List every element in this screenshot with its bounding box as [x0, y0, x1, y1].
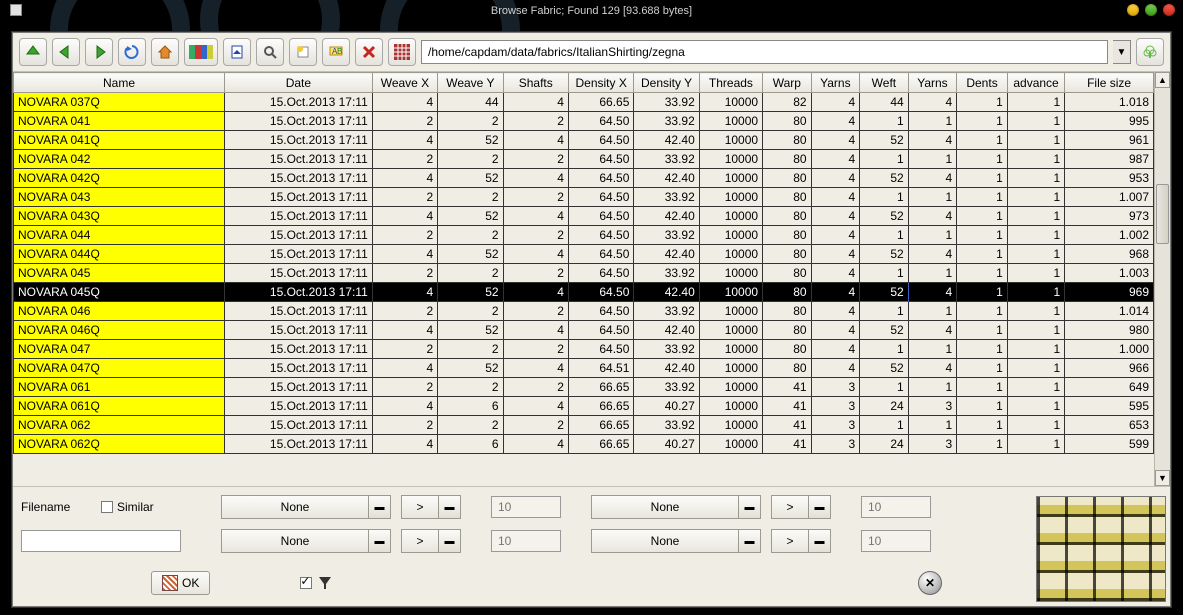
rename-button[interactable]: AB [322, 38, 350, 66]
filter-field-4[interactable]: None▬ [591, 529, 761, 553]
scroll-up[interactable]: ▲ [1155, 72, 1170, 88]
column-header[interactable]: Date [225, 73, 373, 93]
app-icon [10, 4, 22, 16]
filename-input[interactable] [21, 530, 181, 552]
table-row[interactable]: NOVARA 061Q15.Oct.2013 17:1146466.6540.2… [14, 397, 1154, 416]
svg-text:B: B [337, 47, 342, 56]
filter-val-2[interactable] [861, 496, 931, 518]
pattern-icon [162, 575, 178, 591]
table-row[interactable]: NOVARA 046Q15.Oct.2013 17:11452464.5042.… [14, 321, 1154, 340]
column-header[interactable]: advance [1007, 73, 1064, 93]
close-button[interactable]: ✕ [918, 571, 942, 595]
filter-field-3[interactable]: None▬ [221, 529, 391, 553]
filter-val-3[interactable] [491, 530, 561, 552]
new-button[interactable] [289, 38, 317, 66]
table-header[interactable]: NameDateWeave XWeave YShaftsDensity XDen… [14, 73, 1154, 93]
nav-back-button[interactable] [52, 38, 80, 66]
palette-button[interactable] [184, 38, 218, 66]
filter-toggle[interactable] [300, 576, 332, 590]
filter-val-1[interactable] [491, 496, 561, 518]
column-header[interactable]: Weave X [372, 73, 437, 93]
fabric-swatch [1036, 496, 1166, 602]
table-row[interactable]: NOVARA 045Q15.Oct.2013 17:11452464.5042.… [14, 283, 1154, 302]
delete-button[interactable] [355, 38, 383, 66]
table-row[interactable]: NOVARA 06115.Oct.2013 17:1122266.6533.92… [14, 378, 1154, 397]
table-row[interactable]: NOVARA 04515.Oct.2013 17:1122264.5033.92… [14, 264, 1154, 283]
pattern-button[interactable] [388, 38, 416, 66]
zoom-button[interactable] [256, 38, 284, 66]
window-title: Browse Fabric; Found 129 [93.688 bytes] [491, 5, 692, 17]
home-button[interactable] [151, 38, 179, 66]
table-row[interactable]: NOVARA 04215.Oct.2013 17:1122264.5033.92… [14, 150, 1154, 169]
column-header[interactable]: Density X [568, 73, 633, 93]
tree-button[interactable] [1136, 38, 1164, 66]
column-header[interactable]: Weave Y [438, 73, 503, 93]
scroll-down[interactable]: ▼ [1155, 470, 1170, 486]
table-area: NameDateWeave XWeave YShaftsDensity XDen… [13, 72, 1170, 486]
similar-checkbox[interactable]: Similar [101, 500, 211, 514]
table-row[interactable]: NOVARA 043Q15.Oct.2013 17:11452464.5042.… [14, 207, 1154, 226]
column-header[interactable]: Weft [860, 73, 909, 93]
filter-op-2[interactable]: >▬ [771, 495, 831, 519]
window-close-button[interactable] [1163, 4, 1175, 16]
filter-op-3[interactable]: >▬ [401, 529, 461, 553]
column-header[interactable]: Threads [699, 73, 762, 93]
table-row[interactable]: NOVARA 062Q15.Oct.2013 17:1146466.6540.2… [14, 435, 1154, 454]
maximize-button[interactable] [1145, 4, 1157, 16]
column-header[interactable]: Name [14, 73, 225, 93]
filter-op-4[interactable]: >▬ [771, 529, 831, 553]
table-row[interactable]: NOVARA 037Q15.Oct.2013 17:11444466.6533.… [14, 93, 1154, 112]
fabric-table[interactable]: NameDateWeave XWeave YShaftsDensity XDen… [13, 72, 1154, 454]
table-row[interactable]: NOVARA 042Q15.Oct.2013 17:11452464.5042.… [14, 169, 1154, 188]
reload-button[interactable] [118, 38, 146, 66]
titlebar: Browse Fabric; Found 129 [93.688 bytes] [0, 0, 1183, 22]
table-row[interactable]: NOVARA 044Q15.Oct.2013 17:11452464.5042.… [14, 245, 1154, 264]
minimize-button[interactable] [1127, 4, 1139, 16]
scroll-thumb[interactable] [1156, 184, 1169, 244]
table-row[interactable]: NOVARA 06215.Oct.2013 17:1122266.6533.92… [14, 416, 1154, 435]
table-row[interactable]: NOVARA 04715.Oct.2013 17:1122264.5033.92… [14, 340, 1154, 359]
ok-button[interactable]: OK [151, 571, 210, 595]
filter-op-1[interactable]: >▬ [401, 495, 461, 519]
table-row[interactable]: NOVARA 04615.Oct.2013 17:1122264.5033.92… [14, 302, 1154, 321]
column-header[interactable]: Shafts [503, 73, 568, 93]
column-header[interactable]: Warp [763, 73, 812, 93]
column-header[interactable]: Yarns [811, 73, 860, 93]
filter-field-1[interactable]: None▬ [221, 495, 391, 519]
path-input[interactable] [421, 40, 1108, 64]
nav-up-button[interactable] [19, 38, 47, 66]
path-dropdown[interactable]: ▼ [1113, 40, 1131, 64]
export-button[interactable] [223, 38, 251, 66]
table-row[interactable]: NOVARA 04115.Oct.2013 17:1122264.5033.92… [14, 112, 1154, 131]
nav-forward-button[interactable] [85, 38, 113, 66]
scroll-track[interactable] [1155, 88, 1170, 470]
funnel-icon [318, 576, 332, 590]
table-row[interactable]: NOVARA 047Q15.Oct.2013 17:11452464.5142.… [14, 359, 1154, 378]
toolbar: AB ▼ [13, 33, 1170, 72]
column-header[interactable]: File size [1065, 73, 1154, 93]
scrollbar[interactable]: ▲ ▼ [1154, 72, 1170, 486]
table-row[interactable]: NOVARA 04315.Oct.2013 17:1122264.5033.92… [14, 188, 1154, 207]
app-window: AB ▼ NameDateWeave XWeave YShaftsDensity… [12, 32, 1171, 607]
table-row[interactable]: NOVARA 04415.Oct.2013 17:1122264.5033.92… [14, 226, 1154, 245]
column-header[interactable]: Density Y [634, 73, 699, 93]
column-header[interactable]: Dents [957, 73, 1008, 93]
filter-field-2[interactable]: None▬ [591, 495, 761, 519]
column-header[interactable]: Yarns [908, 73, 957, 93]
filename-label: Filename [21, 500, 91, 514]
filter-panel: Filename Similar None▬ >▬ None▬ >▬ None▬… [13, 486, 1170, 606]
filter-val-4[interactable] [861, 530, 931, 552]
table-row[interactable]: NOVARA 041Q15.Oct.2013 17:11452464.5042.… [14, 131, 1154, 150]
